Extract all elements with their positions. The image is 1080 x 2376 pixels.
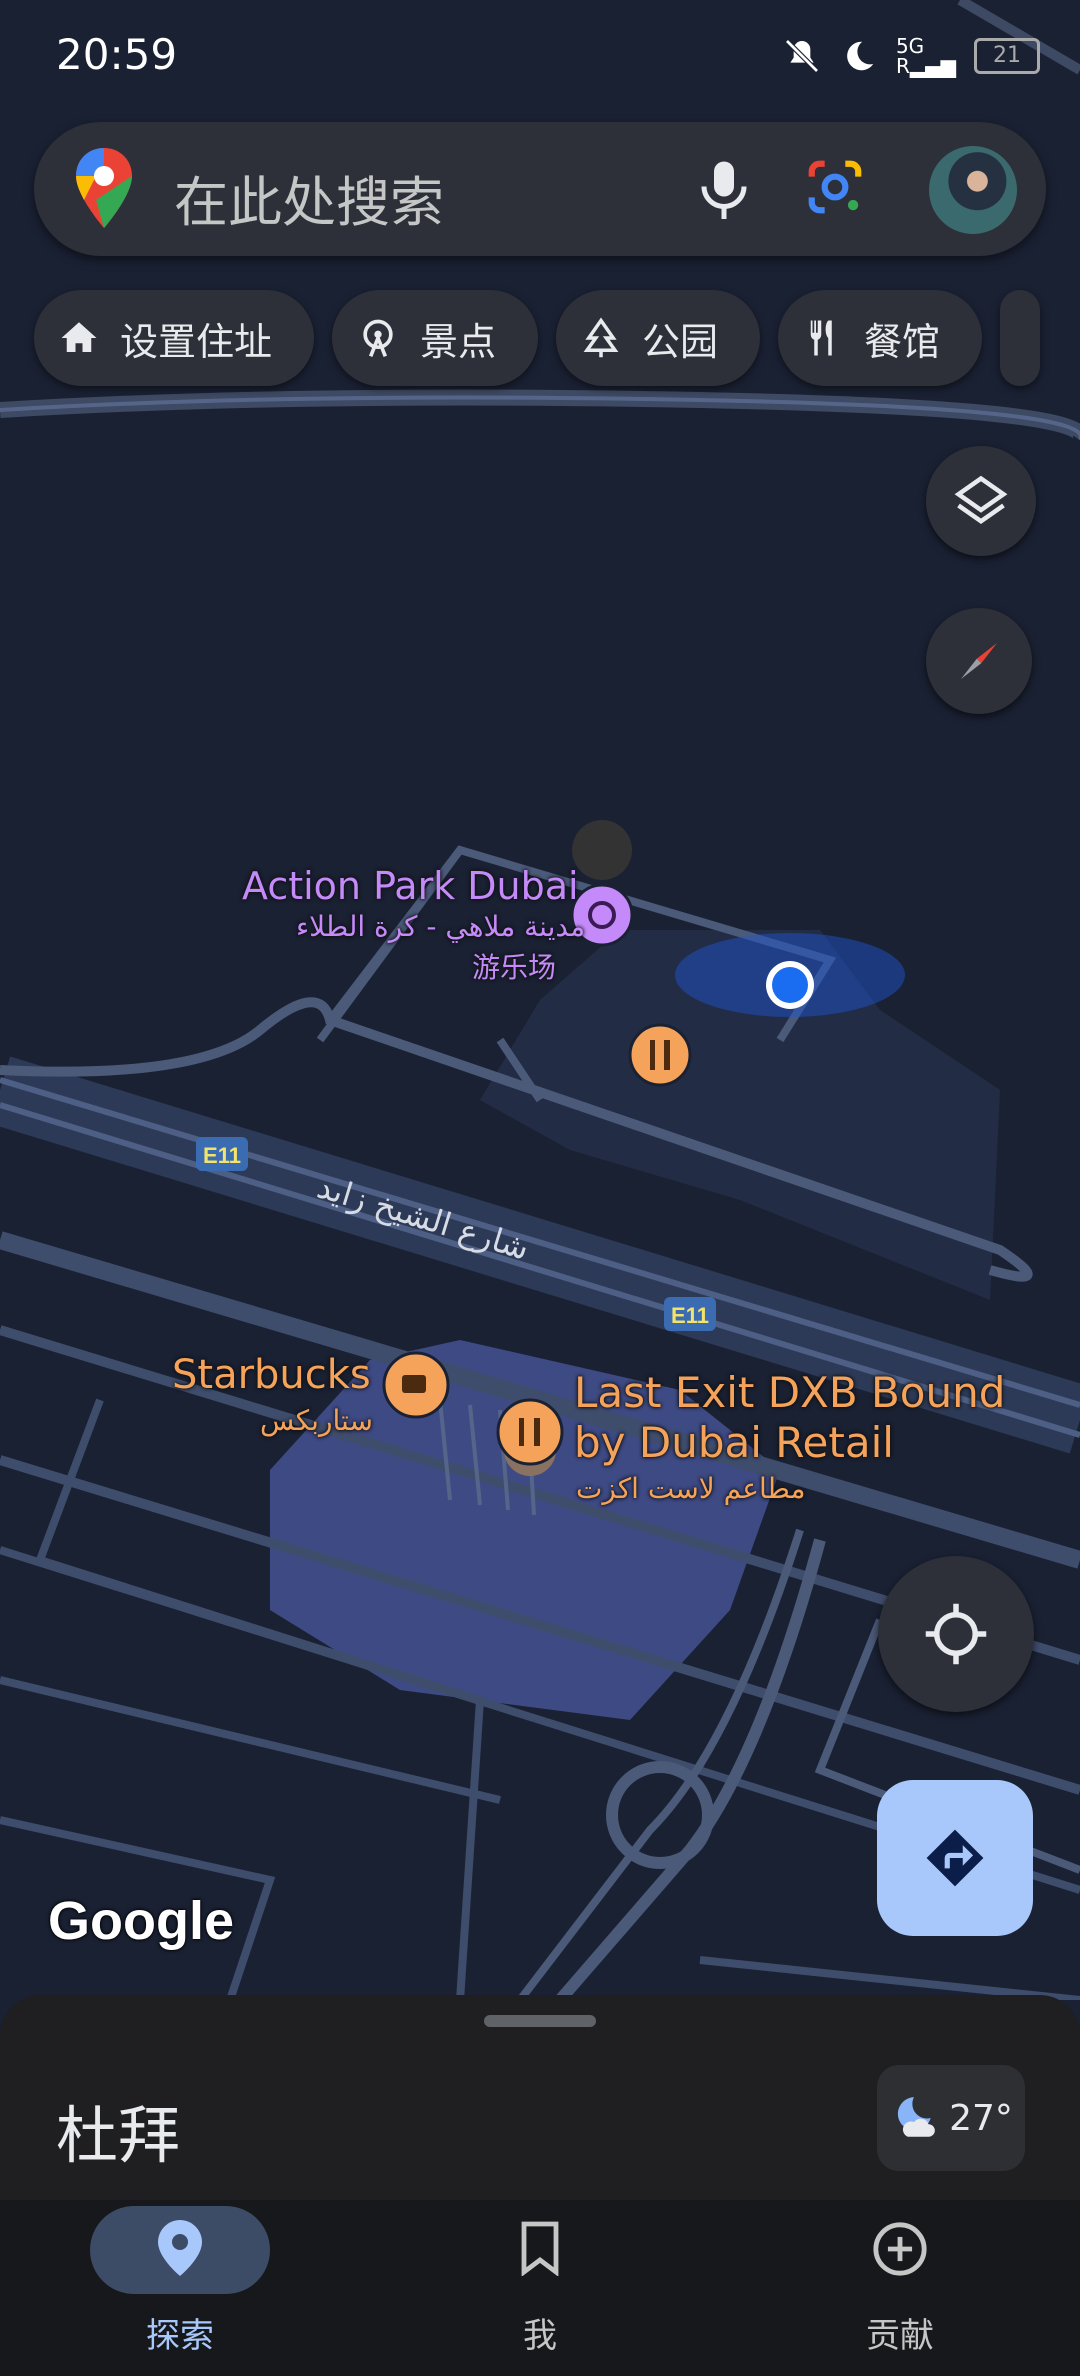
status-time: 20:59 <box>56 30 178 79</box>
layers-icon <box>954 475 1008 524</box>
tree-icon <box>583 317 619 358</box>
chip-restaurants[interactable]: 餐馆 <box>778 290 983 386</box>
directions-button[interactable] <box>877 1780 1033 1936</box>
nav-label: 贡献 <box>866 2316 934 2356</box>
mute-icon <box>785 39 819 73</box>
avatar[interactable] <box>929 146 1017 234</box>
status-icons: 5G R▂▄▆ 21 <box>782 30 1040 82</box>
nav-me[interactable]: 我 <box>360 2200 720 2376</box>
nav-label: 探索 <box>146 2316 214 2356</box>
directions-icon <box>926 1829 984 1887</box>
google-maps-logo-icon <box>76 148 132 228</box>
road-shield: E11 <box>664 1297 716 1331</box>
weather-chip[interactable]: 27° <box>877 2065 1025 2171</box>
poi-label-last-exit[interactable]: Last Exit DXB Bound <box>574 1368 1005 1417</box>
poi-pin-starbucks[interactable] <box>382 1351 450 1419</box>
bottom-navigation: 探索 我 贡献 <box>0 2200 1080 2376</box>
poi-label-starbucks[interactable]: Starbucks <box>172 1352 371 1398</box>
my-location-icon <box>925 1603 987 1665</box>
search-placeholder[interactable]: 在此处搜索 <box>174 158 444 237</box>
poi-label-action-park-ar: مدينة ملاهي - كرة الطلاء <box>296 910 586 943</box>
poi-label-action-park[interactable]: Action Park Dubai <box>242 864 579 908</box>
poi-label-starbucks-ar: ستاربكس <box>260 1404 373 1437</box>
night-cloudy-icon <box>897 2097 935 2137</box>
place-title: 杜拜 <box>56 2099 181 2172</box>
poi-label-last-exit-line2[interactable]: by Dubai Retail <box>574 1418 894 1467</box>
google-lens-icon[interactable] <box>804 156 866 218</box>
bookmark-icon <box>521 2221 559 2276</box>
home-icon <box>61 322 97 352</box>
do-not-disturb-moon-icon <box>847 41 874 71</box>
ferris-wheel-icon <box>363 319 393 358</box>
poi-category-label: 游乐场 <box>472 951 557 984</box>
svg-text:E11: E11 <box>671 1303 709 1328</box>
chip-label: 公园 <box>642 319 719 364</box>
bottom-sheet[interactable]: 杜拜 27° <box>0 1995 1080 2200</box>
chip-label: 景点 <box>420 319 497 364</box>
my-location-button[interactable] <box>878 1556 1034 1712</box>
chip-set-home[interactable]: 设置住址 <box>34 290 315 386</box>
chip-label: 餐馆 <box>864 319 941 364</box>
google-attribution: Google <box>48 1891 234 1951</box>
svg-text:E11: E11 <box>203 1143 241 1168</box>
signal-5g-icon: 5G R▂▄▆ <box>895 34 956 78</box>
microphone-icon[interactable] <box>694 156 754 222</box>
add-circle-icon <box>873 2222 927 2276</box>
chip-parks[interactable]: 公园 <box>556 290 761 386</box>
compass-button[interactable] <box>926 608 1032 714</box>
compass-icon <box>961 643 997 679</box>
restaurant-icon <box>810 320 832 356</box>
location-pin-icon <box>158 2220 202 2276</box>
nav-label: 我 <box>523 2316 557 2356</box>
search-bar[interactable]: 在此处搜索 <box>34 122 1046 256</box>
battery-icon: 21 <box>974 38 1040 74</box>
road-shield: E11 <box>196 1137 248 1171</box>
nav-contribute[interactable]: 贡献 <box>720 2200 1080 2376</box>
layers-button[interactable] <box>926 446 1036 556</box>
poi-label-last-exit-ar: مطاعم لاست اكزت <box>576 1472 806 1505</box>
status-bar: 20:59 5G R▂▄▆ 21 <box>0 0 1080 110</box>
nav-explore[interactable]: 探索 <box>0 2200 360 2376</box>
chip-more[interactable] <box>1000 290 1041 386</box>
sheet-drag-handle[interactable] <box>484 2015 596 2027</box>
chip-label: 设置住址 <box>120 319 273 364</box>
category-chips: 设置住址 景点 公园 餐馆 <box>34 290 1041 390</box>
chip-attractions[interactable]: 景点 <box>332 290 539 386</box>
temperature: 27° <box>949 2097 1013 2139</box>
poi-pin-restaurant[interactable] <box>628 1023 692 1087</box>
